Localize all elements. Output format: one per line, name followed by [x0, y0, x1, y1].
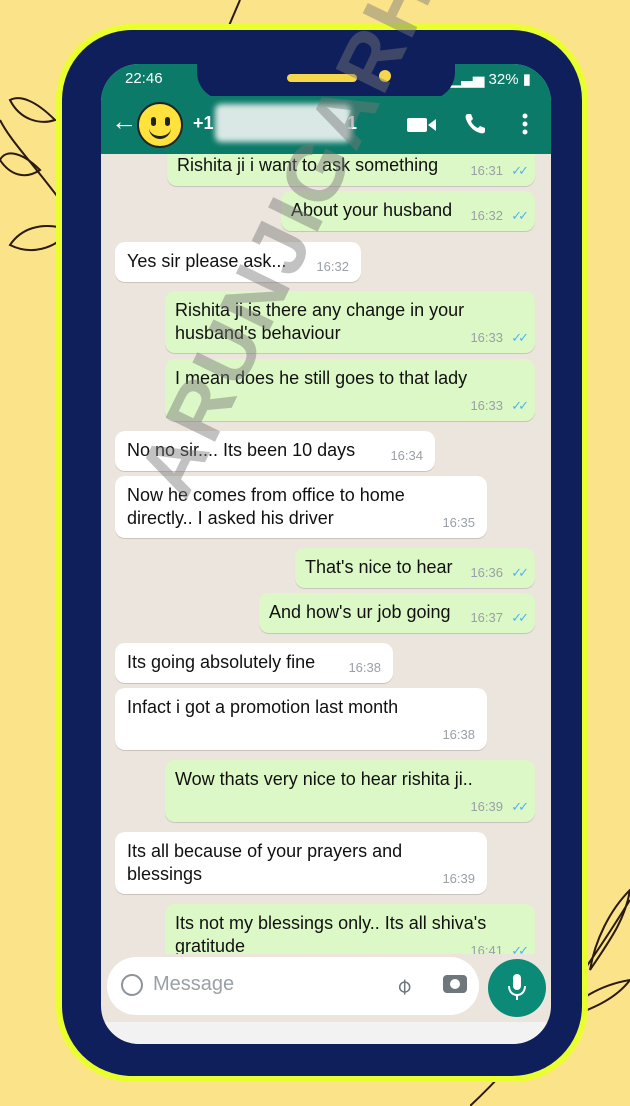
- message-bubble[interactable]: Its not my blessings only.. Its all shiv…: [165, 904, 535, 954]
- navigation-bar: [101, 1022, 551, 1044]
- message-input-bar[interactable]: Message ⌀: [107, 957, 479, 1015]
- read-ticks-icon: ✓✓: [511, 610, 529, 625]
- status-time: 22:46: [125, 70, 163, 87]
- mic-button[interactable]: [488, 959, 546, 1017]
- contact-prefix[interactable]: +1: [193, 113, 214, 134]
- phone-icon[interactable]: [463, 112, 487, 136]
- message-bubble[interactable]: And how's ur job going 16:37 ✓✓: [259, 593, 535, 633]
- read-ticks-icon: ✓✓: [511, 943, 529, 954]
- read-ticks-icon: ✓✓: [511, 163, 529, 178]
- read-ticks-icon: ✓✓: [511, 208, 529, 223]
- read-ticks-icon: ✓✓: [511, 330, 529, 345]
- message-bubble[interactable]: Its all because of your prayers and bles…: [115, 832, 487, 894]
- more-vert-icon[interactable]: [521, 112, 529, 136]
- message-input[interactable]: Message: [153, 973, 234, 996]
- mic-icon: [508, 974, 526, 1000]
- status-battery: ▁▃▅ 32% ▮: [450, 70, 531, 88]
- message-bubble[interactable]: Its going absolutely fine 16:38: [115, 643, 393, 683]
- message-list[interactable]: Rishita ji i want to ask something 16:31 ✓…: [101, 154, 551, 954]
- battery-icon: ▮: [518, 71, 531, 88]
- signal-icon: ▁▃▅: [449, 71, 489, 88]
- avatar[interactable]: [137, 102, 183, 148]
- back-arrow-icon[interactable]: ←: [111, 108, 137, 134]
- emoji-icon[interactable]: [121, 974, 143, 996]
- message-bubble[interactable]: That's nice to hear 16:36 ✓✓: [295, 548, 535, 588]
- message-bubble[interactable]: Wow thats very nice to hear rishita ji..…: [165, 760, 535, 822]
- video-call-icon[interactable]: [407, 116, 437, 134]
- battery-level: 32%: [488, 71, 519, 88]
- read-ticks-icon: ✓✓: [511, 398, 529, 413]
- message-bubble[interactable]: Infact i got a promotion last month 16:38: [115, 688, 487, 750]
- read-ticks-icon: ✓✓: [511, 799, 529, 814]
- attach-icon[interactable]: ⌀: [390, 972, 418, 1000]
- read-ticks-icon: ✓✓: [511, 565, 529, 580]
- camera-icon[interactable]: [443, 975, 467, 993]
